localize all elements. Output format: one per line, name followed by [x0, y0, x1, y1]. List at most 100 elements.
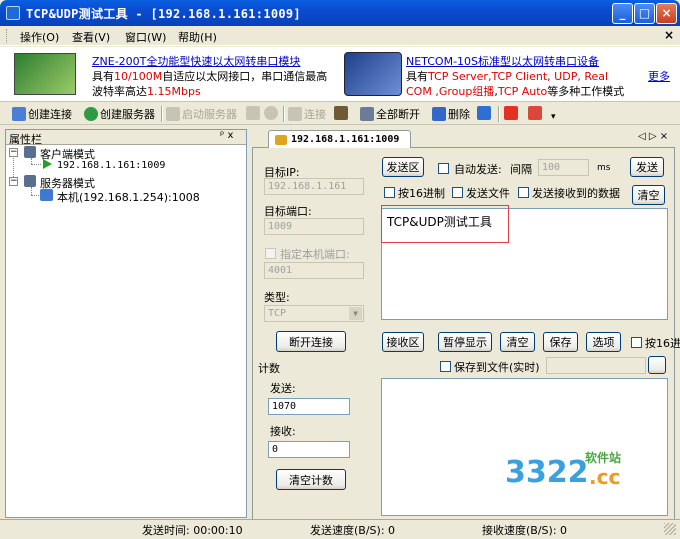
mdi-close-icon[interactable]: × [664, 28, 674, 42]
exit-button[interactable] [504, 106, 518, 120]
title-bar[interactable]: TCP&UDP测试工具 - [192.168.1.161:1009] _ □ × [0, 0, 680, 26]
toolbar-overflow-icon[interactable]: ▾ [551, 112, 556, 122]
save-to-file-label: 保存到文件(实时) [454, 361, 540, 374]
send-hex16-label: 按16进制 [398, 187, 445, 200]
send-button[interactable]: 发送 [630, 157, 664, 177]
client-expander[interactable]: − [9, 148, 18, 157]
users-icon [40, 189, 53, 201]
new-connection-icon [12, 107, 26, 121]
send-file-checkbox[interactable] [452, 187, 463, 198]
start-server-button[interactable]: 启动服务器 [166, 106, 237, 122]
clear-count-button[interactable]: 清空计数 [276, 469, 346, 490]
send-speed-status: 发送速度(B/S): 0 [310, 524, 396, 537]
cancel-button[interactable] [264, 106, 278, 120]
send-recv-data-checkbox[interactable] [518, 187, 529, 198]
resize-grip[interactable] [664, 523, 676, 535]
recv-clear-button[interactable]: 清空 [500, 332, 535, 352]
connect-icon [288, 107, 302, 121]
module-product-image[interactable] [14, 53, 76, 95]
delete-icon [432, 107, 446, 121]
globe-icon [84, 107, 98, 121]
local-port-input[interactable]: 4001 [264, 262, 364, 279]
create-connection-button[interactable]: 创建连接 [12, 106, 72, 122]
recv-save-button[interactable]: 保存 [543, 332, 578, 352]
menu-window[interactable]: 窗口(W) [125, 29, 166, 45]
tree-line [31, 164, 41, 165]
count-group-title: 计数 [258, 362, 280, 375]
send-count-label: 发送: [270, 382, 296, 395]
server-item[interactable]: 本机(192.168.1.254):1008 [57, 189, 200, 205]
local-port-checkbox[interactable] [265, 248, 276, 259]
send-count-field[interactable]: 1070 [268, 398, 350, 415]
recv-area-button[interactable]: 接收区 [382, 332, 424, 352]
save-file-path-input[interactable] [546, 357, 646, 374]
tab-nav-icons[interactable]: ◁ ▷ × [638, 131, 668, 142]
stop-server-icon [246, 106, 260, 120]
ad2-line2: 具有TCP Server,TCP Client, UDP, Real [406, 70, 609, 83]
recv-hex16-checkbox[interactable] [631, 337, 642, 348]
ad1-line3: 波特率高达1.15Mbps [92, 85, 201, 98]
menu-operate[interactable]: 操作(O) [20, 29, 59, 45]
disconnect-icon [334, 106, 348, 120]
send-recv-data-label: 发送接收到的数据 [532, 187, 620, 200]
watermark-cc: .cc [589, 465, 621, 489]
window-title: TCP&UDP测试工具 - [192.168.1.161:1009] [26, 7, 301, 21]
recv-options-button[interactable]: 选项 [586, 332, 621, 352]
auto-send-checkbox[interactable] [438, 163, 449, 174]
disconnect-all-icon [360, 107, 374, 121]
ad2-line3: COM ,Group组播,TCP Auto等多种工作模式 [406, 85, 625, 98]
connect-button[interactable]: 连接 [288, 106, 326, 122]
send-clear-button[interactable]: 清空 [632, 185, 665, 205]
menu-view[interactable]: 查看(V) [72, 29, 110, 45]
tree-line [31, 195, 39, 196]
chevron-down-icon[interactable]: ▼ [349, 307, 362, 320]
target-port-label: 目标端口: [264, 205, 312, 218]
ad1-line2: 具有10/100M自适应以太网接口，串口通信最高 [92, 70, 328, 83]
save-to-file-checkbox[interactable] [440, 361, 451, 372]
minimize-button[interactable]: _ [612, 3, 633, 24]
property-pane-title: 属性栏 [9, 133, 42, 146]
recv-count-label: 接收: [270, 425, 296, 438]
browse-file-button[interactable] [648, 356, 666, 374]
tab-connection[interactable]: 192.168.1.161:1009 [268, 130, 411, 149]
connection-tab-icon [275, 135, 287, 145]
stop-server-button[interactable] [246, 106, 260, 120]
watermark-logo: 3322 软件站 .cc [505, 445, 655, 505]
server-icon [166, 107, 180, 121]
settings-button[interactable] [477, 106, 491, 120]
menu-grip [6, 29, 9, 43]
toolbar-separator [161, 106, 163, 122]
disconnect-all-button[interactable]: 全部断开 [360, 106, 420, 122]
send-area-button[interactable]: 发送区 [382, 157, 424, 177]
tree-line [31, 187, 32, 195]
settings-icon [477, 106, 491, 120]
create-server-button[interactable]: 创建服务器 [84, 106, 155, 122]
close-button[interactable]: × [656, 3, 677, 24]
menu-help[interactable]: 帮助(H) [178, 29, 217, 45]
disconnect-button[interactable] [334, 106, 348, 120]
target-ip-input[interactable]: 192.168.1.161 [264, 178, 364, 195]
maximize-button[interactable]: □ [634, 3, 655, 24]
client-connection-item[interactable]: 192.168.1.161:1009 [57, 160, 165, 171]
interval-input[interactable]: 100 [538, 159, 589, 176]
device-product-image[interactable] [344, 52, 402, 96]
pin-close-icon[interactable]: ᵖ x [220, 130, 233, 141]
send-hex16-checkbox[interactable] [384, 187, 395, 198]
server-expander[interactable]: − [9, 177, 18, 186]
ms-label: ms [597, 163, 611, 173]
type-select[interactable]: TCP ▼ [264, 305, 364, 322]
toolbar-separator [498, 106, 500, 122]
watermark-number: 3322 [505, 455, 589, 490]
extra-button[interactable] [528, 106, 542, 120]
disconnect-connection-button[interactable]: 断开连接 [276, 331, 346, 352]
ad1-link[interactable]: ZNE-200T全功能型快速以太网转串口模块 [92, 53, 300, 69]
delete-button[interactable]: 删除 [432, 106, 470, 122]
target-port-input[interactable]: 1009 [264, 218, 364, 235]
toolbar-separator [283, 106, 285, 122]
ad2-link[interactable]: NETCOM-10S标准型以太网转串口设备 [406, 53, 599, 69]
recv-count-field[interactable]: 0 [268, 441, 350, 458]
recv-hex16-label: 按16进 [645, 337, 680, 350]
play-icon [43, 159, 52, 169]
pause-display-button[interactable]: 暂停显示 [438, 332, 492, 352]
more-link[interactable]: 更多 [648, 68, 670, 84]
